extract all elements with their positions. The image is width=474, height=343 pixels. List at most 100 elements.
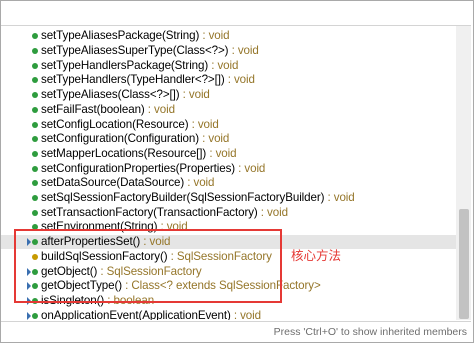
public-method-icon: [26, 192, 38, 204]
method-label: getObjectType() : Class<? extends SqlSes…: [41, 279, 321, 293]
method-row[interactable]: setTypeHandlersPackage(String) : void: [1, 58, 456, 73]
method-signature: setTypeAliasesSuperType(Class<?>): [41, 44, 229, 58]
method-return-type: : void: [230, 308, 261, 320]
filter-bar: [1, 1, 471, 26]
method-row[interactable]: buildSqlSessionFactory() : SqlSessionFac…: [1, 250, 456, 265]
scrollbar-thumb[interactable]: [459, 209, 469, 319]
method-return-type: : void: [199, 132, 230, 146]
method-return-type: : void: [157, 220, 188, 234]
method-label: isSingleton() : boolean: [41, 294, 154, 308]
annotation-label: 核心方法: [291, 248, 342, 263]
method-row[interactable]: setTransactionFactory(TransactionFactory…: [1, 205, 456, 220]
method-row[interactable]: setFailFast(boolean) : void: [1, 103, 456, 118]
method-row[interactable]: setTypeAliasesSuperType(Class<?>) : void: [1, 44, 456, 59]
status-bar: Press 'Ctrl+O' to show inherited members: [1, 321, 471, 342]
method-row[interactable]: setConfigLocation(Resource) : void: [1, 117, 456, 132]
public-method-icon: [26, 221, 38, 233]
override-method-icon: [26, 310, 38, 320]
method-signature: getObjectType(): [41, 279, 122, 293]
public-method-icon: [26, 133, 38, 145]
method-label: setTypeAliasesSuperType(Class<?>) : void: [41, 44, 259, 58]
method-signature: setTypeHandlers(TypeHandler<?>[]): [41, 73, 225, 87]
method-label: setTransactionFactory(TransactionFactory…: [41, 206, 288, 220]
method-return-type: : boolean: [104, 293, 155, 307]
method-signature: setEnvironment(String): [41, 220, 158, 234]
method-return-type: : void: [228, 44, 259, 58]
method-return-type: : void: [144, 102, 175, 116]
method-return-type: : Class<? extends SqlSessionFactory>: [121, 279, 321, 293]
override-method-icon: [26, 295, 38, 307]
status-hint: Press 'Ctrl+O' to show inherited members: [273, 326, 467, 338]
method-row[interactable]: isSingleton() : boolean: [1, 294, 456, 309]
public-method-icon: [26, 207, 38, 219]
method-signature: setTransactionFactory(TransactionFactory…: [41, 205, 258, 219]
protected-method-icon: [26, 251, 38, 263]
method-return-type: : void: [324, 191, 355, 205]
method-row[interactable]: afterPropertiesSet() : void: [1, 234, 456, 250]
method-label: setConfigLocation(Resource) : void: [41, 118, 219, 132]
method-return-type: : void: [257, 205, 288, 219]
method-row[interactable]: setConfigurationProperties(Properties) :…: [1, 161, 456, 176]
method-signature: getObject(): [41, 264, 98, 278]
method-signature: setConfigLocation(Resource): [41, 117, 189, 131]
method-signature: setConfigurationProperties(Properties): [41, 161, 236, 175]
override-method-icon: [26, 280, 38, 292]
public-method-icon: [26, 148, 38, 160]
method-signature: buildSqlSessionFactory(): [41, 249, 168, 263]
method-row[interactable]: setMapperLocations(Resource[]) : void: [1, 147, 456, 162]
method-return-type: : void: [235, 161, 266, 175]
method-label: setSqlSessionFactoryBuilder(SqlSessionFa…: [41, 191, 355, 205]
method-row[interactable]: setDataSource(DataSource) : void: [1, 176, 456, 191]
method-label: setTypeHandlers(TypeHandler<?>[]) : void: [41, 73, 255, 87]
method-row[interactable]: setTypeAliases(Class<?>[]) : void: [1, 88, 456, 103]
method-row[interactable]: setEnvironment(String) : void: [1, 220, 456, 235]
method-row[interactable]: getObject() : SqlSessionFactory: [1, 264, 456, 279]
override-method-icon: [26, 266, 38, 278]
method-signature: setTypeHandlersPackage(String): [41, 58, 209, 72]
method-label: setFailFast(boolean) : void: [41, 103, 175, 117]
method-list: setTypeAliasesPackage(String) : void setT…: [1, 26, 456, 320]
method-label: setMapperLocations(Resource[]) : void: [41, 146, 237, 161]
method-label: buildSqlSessionFactory() : SqlSessionFac…: [41, 250, 272, 264]
method-return-type: : void: [184, 176, 215, 190]
method-signature: setFailFast(boolean): [41, 102, 145, 116]
public-method-icon: [26, 60, 38, 72]
method-return-type: : void: [199, 29, 230, 43]
method-row[interactable]: setSqlSessionFactoryBuilder(SqlSessionFa…: [1, 191, 456, 206]
public-method-icon: [26, 163, 38, 175]
filter-input[interactable]: [5, 4, 460, 20]
method-return-type: : SqlSessionFactory: [167, 249, 272, 263]
method-return-type: : void: [208, 58, 239, 72]
method-signature: setConfiguration(Configuration): [41, 132, 200, 146]
method-label: setConfiguration(Configuration) : void: [41, 132, 229, 146]
public-method-icon: [26, 74, 38, 86]
method-label: setTypeAliases(Class<?>[]) : void: [41, 88, 210, 102]
method-return-type: : void: [140, 235, 171, 249]
method-signature: isSingleton(): [41, 293, 105, 307]
method-label: onApplicationEvent(ApplicationEvent) : v…: [41, 309, 261, 320]
override-method-icon: [26, 236, 38, 248]
method-label: setEnvironment(String) : void: [41, 220, 188, 234]
method-signature: onApplicationEvent(ApplicationEvent): [41, 308, 231, 320]
method-signature: afterPropertiesSet(): [41, 235, 141, 249]
method-return-type: : SqlSessionFactory: [97, 264, 202, 278]
method-signature: setMapperLocations(Resource[]): [41, 146, 207, 160]
method-label: setTypeHandlersPackage(String) : void: [41, 59, 238, 73]
method-return-type: : void: [179, 88, 210, 102]
quick-outline-popup: setTypeAliasesPackage(String) : void setT…: [0, 0, 474, 343]
method-return-type: : void: [188, 117, 219, 131]
method-row[interactable]: setTypeHandlers(TypeHandler<?>[]) : void: [1, 73, 456, 88]
method-label: setTypeAliasesPackage(String) : void: [41, 29, 230, 43]
method-row[interactable]: setConfiguration(Configuration) : void: [1, 132, 456, 147]
public-method-icon: [26, 30, 38, 42]
method-return-type: : void: [224, 73, 255, 87]
method-label: afterPropertiesSet() : void: [41, 235, 171, 249]
method-return-type: : void: [206, 146, 237, 160]
method-label: setDataSource(DataSource) : void: [41, 176, 214, 190]
method-row[interactable]: setTypeAliasesPackage(String) : void: [1, 29, 456, 44]
method-row[interactable]: getObjectType() : Class<? extends SqlSes…: [1, 279, 456, 294]
public-method-icon: [26, 104, 38, 116]
method-signature: setSqlSessionFactoryBuilder(SqlSessionFa…: [41, 191, 325, 205]
method-row[interactable]: onApplicationEvent(ApplicationEvent) : v…: [1, 308, 456, 320]
method-signature: setTypeAliases(Class<?>[]): [41, 88, 180, 102]
